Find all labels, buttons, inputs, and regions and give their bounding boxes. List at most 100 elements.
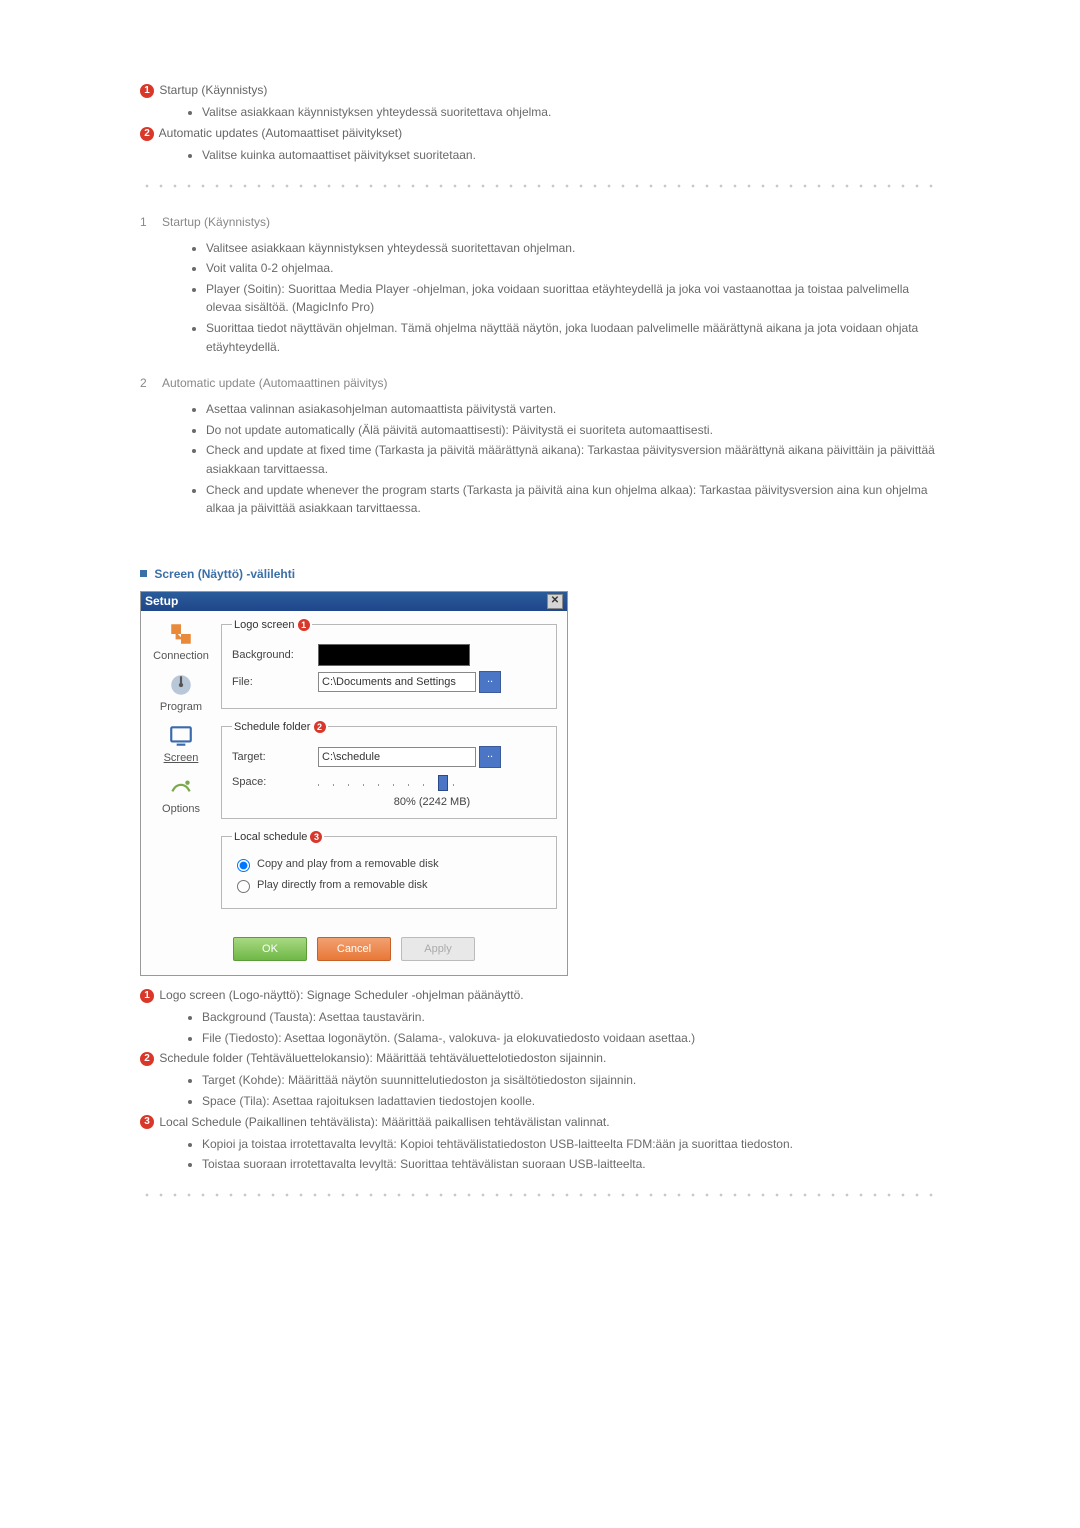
list-item: File (Tiedosto): Asettaa logonäytön. (Sa… <box>202 1029 940 1048</box>
after-title: Schedule folder (Tehtäväluettelokansio):… <box>159 1051 606 1065</box>
list-bullets: Asettaa valinnan asiakasohjelman automaa… <box>162 400 940 518</box>
list-item: Toistaa suoraan irrotettavalta levyltä: … <box>202 1155 940 1174</box>
program-icon <box>147 672 215 698</box>
intro-title-2: Automatic updates (Automaattiset päivity… <box>159 126 402 140</box>
ok-button[interactable]: OK <box>233 937 307 961</box>
after-title: Local Schedule (Paikallinen tehtävälista… <box>159 1115 609 1129</box>
dialog-tabstrip: Connection Program Screen <box>147 619 215 921</box>
list-number: 1 <box>140 215 162 359</box>
separator <box>140 183 940 189</box>
intro-title-1: Startup (Käynnistys) <box>159 83 267 97</box>
radio-copy-play-input[interactable] <box>237 859 250 872</box>
badge-1-icon: 1 <box>140 989 154 1003</box>
list-item: Background (Tausta): Asettaa taustavärin… <box>202 1008 940 1027</box>
dialog-buttons: OK Cancel Apply <box>141 925 567 975</box>
target-label: Target: <box>232 751 318 763</box>
badge-3-icon: 3 <box>140 1115 154 1129</box>
list-item: Check and update at fixed time (Tarkasta… <box>206 441 940 478</box>
file-label: File: <box>232 676 318 688</box>
after-bullets: Background (Tausta): Asettaa taustavärin… <box>140 1008 940 1047</box>
dialog-main: Logo screen 1 Background: File: C:\Docum… <box>215 619 557 921</box>
connection-icon <box>147 621 215 647</box>
intro-bullets-1: Valitse asiakkaan käynnistyksen yhteydes… <box>140 103 940 122</box>
after-title: Logo screen (Logo-näyttö): Signage Sched… <box>159 988 523 1002</box>
list-item: Voit valita 0-2 ohjelmaa. <box>206 259 940 278</box>
list-bullets: Valitsee asiakkaan käynnistyksen yhteyde… <box>162 239 940 357</box>
list-item: Valitsee asiakkaan käynnistyksen yhteyde… <box>206 239 940 258</box>
group-schedule-folder: Schedule folder 2 Target: C:\schedule ..… <box>221 721 557 819</box>
badge-1-icon: 1 <box>140 84 154 98</box>
apply-button[interactable]: Apply <box>401 937 475 961</box>
background-label: Background: <box>232 649 318 661</box>
dialog-titlebar: Setup ✕ <box>141 592 567 611</box>
tab-options[interactable]: Options <box>147 772 215 823</box>
after-section: 1 Logo screen (Logo-näyttö): Signage Sch… <box>140 986 940 1174</box>
background-color-picker[interactable] <box>318 644 470 666</box>
browse-target-button[interactable]: .. <box>479 746 501 768</box>
group-legend: Schedule folder 2 <box>232 721 328 733</box>
badge-2-icon: 2 <box>140 1052 154 1066</box>
tab-program[interactable]: Program <box>147 670 215 721</box>
tab-label: Program <box>147 701 215 713</box>
list-item: Player (Soitin): Suorittaa Media Player … <box>206 280 940 317</box>
tab-label: Screen <box>147 752 215 764</box>
list-item: Asettaa valinnan asiakasohjelman automaa… <box>206 400 940 419</box>
options-icon <box>147 774 215 800</box>
target-input[interactable]: C:\schedule <box>318 747 476 767</box>
after-item: 1 Logo screen (Logo-näyttö): Signage Sch… <box>140 986 940 1005</box>
numbered-item-2: 2 Automatic update (Automaattinen päivit… <box>140 376 940 520</box>
setup-dialog: Setup ✕ Connection Program <box>140 591 568 976</box>
badge-1-icon: 1 <box>298 619 310 631</box>
intro-item-2: 2 Automatic updates (Automaattiset päivi… <box>140 124 940 143</box>
intro-bullets-2: Valitse kuinka automaattiset päivitykset… <box>140 146 940 165</box>
close-button[interactable]: ✕ <box>547 594 563 609</box>
badge-2-icon: 2 <box>140 127 154 141</box>
radio-play-direct-input[interactable] <box>237 880 250 893</box>
cancel-button[interactable]: Cancel <box>317 937 391 961</box>
radio-label: Copy and play from a removable disk <box>257 858 439 870</box>
square-bullet-icon <box>140 570 147 577</box>
badge-3-icon: 3 <box>310 831 322 843</box>
legend-text: Schedule folder <box>234 721 310 733</box>
list-item: Suorittaa tiedot näyttävän ohjelman. Täm… <box>206 319 940 356</box>
slider-thumb-icon[interactable] <box>438 775 448 791</box>
space-label: Space: <box>232 776 318 788</box>
page-content: 1 Startup (Käynnistys) Valitse asiakkaan… <box>0 0 1080 1284</box>
file-input[interactable]: C:\Documents and Settings <box>318 672 476 692</box>
after-bullets: Kopioi ja toistaa irrotettavalta levyltä… <box>140 1135 940 1174</box>
section-header-label: Screen (Näyttö) -välilehti <box>154 567 295 581</box>
intro-bullet: Valitse kuinka automaattiset päivitykset… <box>202 146 940 165</box>
group-legend: Logo screen 1 <box>232 619 312 631</box>
list-title: Automatic update (Automaattinen päivitys… <box>162 376 940 390</box>
group-legend: Local schedule 3 <box>232 831 324 843</box>
tab-label: Connection <box>147 650 215 662</box>
group-logo-screen: Logo screen 1 Background: File: C:\Docum… <box>221 619 557 709</box>
screen-icon <box>147 723 215 749</box>
after-item: 2 Schedule folder (Tehtäväluettelokansio… <box>140 1049 940 1068</box>
list-item: Kopioi ja toistaa irrotettavalta levyltä… <box>202 1135 940 1154</box>
legend-text: Logo screen <box>234 619 295 631</box>
radio-play-direct[interactable]: Play directly from a removable disk <box>232 877 546 893</box>
section-header-screen: Screen (Näyttö) -välilehti <box>140 566 940 581</box>
tab-screen[interactable]: Screen <box>147 721 215 772</box>
numbered-item-1: 1 Startup (Käynnistys) Valitsee asiakkaa… <box>140 215 940 359</box>
group-local-schedule: Local schedule 3 Copy and play from a re… <box>221 831 557 909</box>
list-item: Do not update automatically (Älä päivitä… <box>206 421 940 440</box>
dialog-title: Setup <box>145 594 178 608</box>
tab-connection[interactable]: Connection <box>147 619 215 670</box>
list-number: 2 <box>140 376 162 520</box>
list-item: Check and update whenever the program st… <box>206 481 940 518</box>
after-item: 3 Local Schedule (Paikallinen tehtävälis… <box>140 1113 940 1132</box>
intro-bullet: Valitse asiakkaan käynnistyksen yhteydes… <box>202 103 940 122</box>
space-value: 80% (2242 MB) <box>318 796 546 808</box>
tab-label: Options <box>147 803 215 815</box>
legend-text: Local schedule <box>234 831 307 843</box>
list-title: Startup (Käynnistys) <box>162 215 940 229</box>
radio-copy-play[interactable]: Copy and play from a removable disk <box>232 856 546 872</box>
browse-file-button[interactable]: .. <box>479 671 501 693</box>
numbered-list: 1 Startup (Käynnistys) Valitsee asiakkaa… <box>140 215 940 520</box>
space-slider[interactable] <box>318 773 468 791</box>
list-item: Space (Tila): Asettaa rajoituksen ladatt… <box>202 1092 940 1111</box>
radio-label: Play directly from a removable disk <box>257 879 428 891</box>
intro-item-1: 1 Startup (Käynnistys) <box>140 81 940 100</box>
